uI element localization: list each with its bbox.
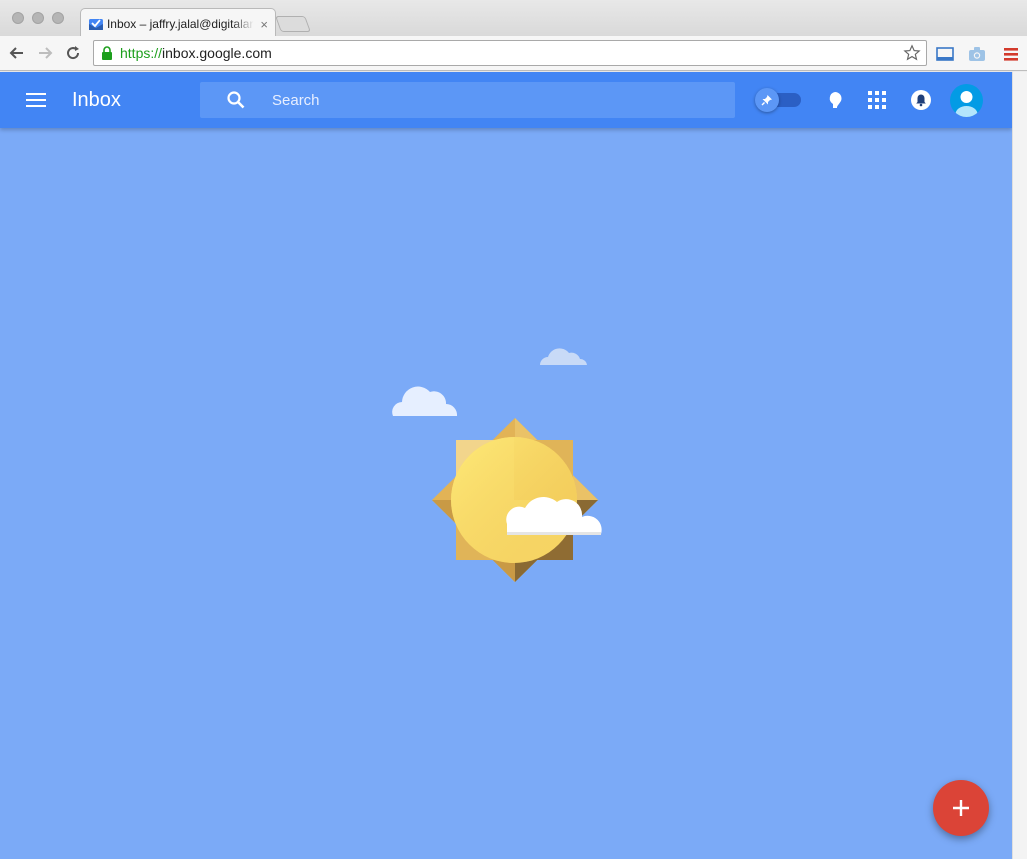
sun-icon: [432, 418, 598, 582]
browser-tab-content: Inbox – jaffry.jalal@digitalar ×: [88, 12, 268, 36]
menu-icon[interactable]: [26, 93, 46, 107]
tab-title: Inbox – jaffry.jalal@digitalar: [106, 17, 254, 31]
window-zoom-button[interactable]: [52, 12, 64, 24]
reminder-icon[interactable]: [825, 90, 845, 110]
browser-window: Inbox – jaffry.jalal@digitalar × https:/…: [0, 0, 1027, 859]
sun-clouds-illustration: [392, 348, 602, 582]
cast-icon[interactable]: [936, 45, 954, 63]
app-bar: Inbox: [0, 72, 1012, 128]
new-tab-icon[interactable]: [275, 16, 311, 32]
back-arrow-icon[interactable]: [7, 43, 27, 63]
search-icon: [227, 91, 245, 109]
search-input[interactable]: [272, 82, 712, 118]
menu-icon[interactable]: [1002, 45, 1020, 63]
browser-toolbar: https://inbox.google.com: [0, 36, 1027, 71]
lock-icon: [102, 46, 112, 60]
reload-icon[interactable]: [63, 43, 83, 63]
camera-icon[interactable]: [968, 45, 986, 63]
compose-button[interactable]: [933, 780, 989, 836]
star-icon[interactable]: [903, 44, 921, 62]
pin-icon: [755, 88, 779, 112]
url-scheme: https://: [120, 45, 163, 61]
account-avatar-icon[interactable]: [950, 84, 983, 117]
window-close-button[interactable]: [12, 12, 24, 24]
medium-cloud-icon: [392, 386, 458, 416]
tab-strip: Inbox – jaffry.jalal@digitalar ×: [0, 0, 1027, 37]
forward-arrow-icon[interactable]: [35, 43, 55, 63]
inbox-favicon-icon: [88, 19, 103, 30]
tab-close-icon[interactable]: ×: [260, 18, 268, 31]
inbox-app: Inbox: [0, 72, 1012, 859]
scrollbar-track[interactable]: [1012, 72, 1027, 859]
small-cloud-icon: [540, 348, 587, 365]
search-box[interactable]: [200, 82, 735, 118]
compose-plus-icon: [953, 800, 969, 816]
app-title: Inbox: [72, 89, 121, 111]
address-bar[interactable]: https://inbox.google.com: [93, 40, 927, 66]
url-host: inbox.google.com: [162, 45, 272, 61]
apps-grid-icon[interactable]: [867, 90, 887, 110]
notifications-icon[interactable]: [911, 90, 931, 110]
pinned-toggle[interactable]: [755, 88, 803, 112]
window-minimize-button[interactable]: [32, 12, 44, 24]
url-text: https://inbox.google.com: [120, 45, 272, 61]
